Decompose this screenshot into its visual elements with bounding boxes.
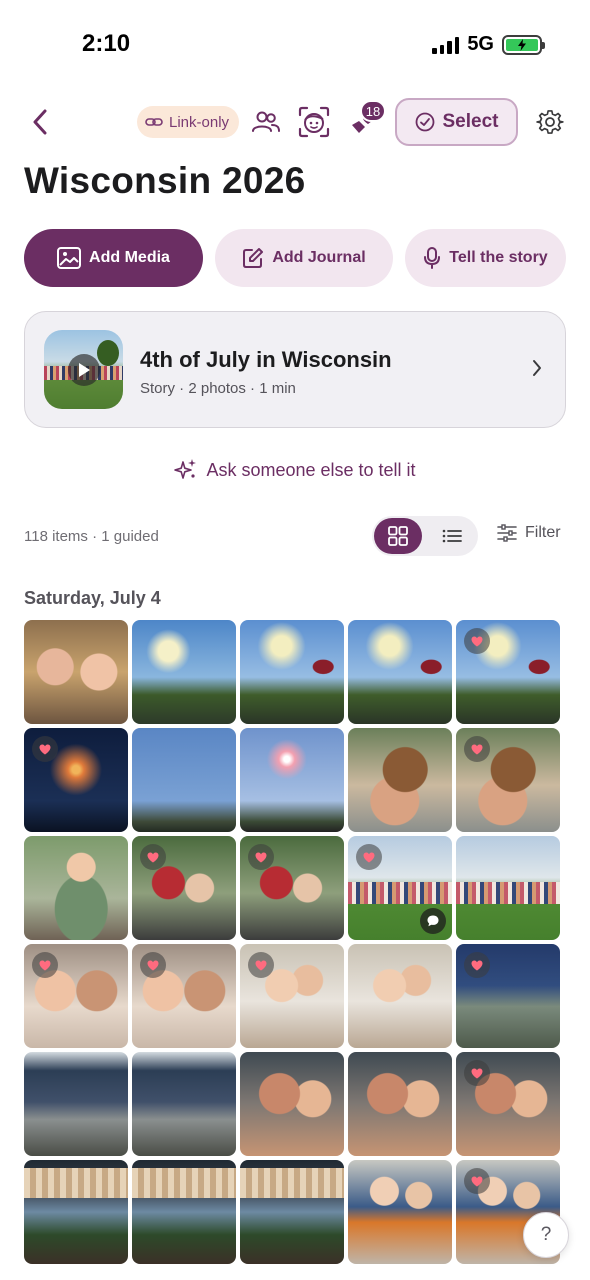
photo-thumbnail[interactable] xyxy=(456,1052,560,1156)
photo-thumbnail[interactable] xyxy=(240,836,344,940)
link-only-chip[interactable]: Link-only xyxy=(137,106,240,138)
status-time: 2:10 xyxy=(82,30,131,57)
play-icon xyxy=(68,354,100,386)
photo-thumbnail[interactable] xyxy=(456,944,560,1048)
tell-story-label: Tell the story xyxy=(449,249,548,266)
ask-someone-link[interactable]: Ask someone else to tell it xyxy=(0,458,590,482)
photo-thumbnail[interactable] xyxy=(132,1160,236,1264)
story-thumbnail xyxy=(44,330,123,409)
grid-icon xyxy=(388,526,408,546)
settings-button[interactable] xyxy=(532,104,568,140)
list-view-button[interactable] xyxy=(428,518,476,554)
photo-thumbnail[interactable] xyxy=(24,620,128,724)
favorite-heart-icon xyxy=(248,844,274,870)
photo-thumbnail[interactable] xyxy=(24,1052,128,1156)
add-media-button[interactable]: Add Media xyxy=(24,229,203,287)
favorite-heart-icon xyxy=(464,1060,490,1086)
add-media-label: Add Media xyxy=(89,249,170,266)
favorite-heart-icon xyxy=(140,952,166,978)
photo-thumbnail[interactable] xyxy=(132,944,236,1048)
favorite-heart-icon xyxy=(464,736,490,762)
photo-thumbnail[interactable] xyxy=(24,944,128,1048)
list-icon xyxy=(442,529,462,543)
photo-thumbnail[interactable] xyxy=(132,728,236,832)
tell-story-button[interactable]: Tell the story xyxy=(405,229,566,287)
status-indicators: 5G xyxy=(432,33,545,56)
add-journal-button[interactable]: Add Journal xyxy=(215,229,393,287)
check-circle-icon xyxy=(415,112,434,132)
edit-note-icon xyxy=(243,248,264,268)
image-icon xyxy=(57,247,82,269)
photo-thumbnail[interactable] xyxy=(456,836,560,940)
photo-thumbnail[interactable] xyxy=(240,944,344,1048)
filter-label: Filter xyxy=(525,524,561,541)
story-meta: Story · 2 photos · 1 min xyxy=(140,380,296,397)
photo-thumbnail[interactable] xyxy=(240,620,344,724)
sliders-icon xyxy=(497,524,517,542)
members-button[interactable] xyxy=(248,104,284,140)
favorite-heart-icon xyxy=(356,844,382,870)
select-label: Select xyxy=(442,111,499,132)
back-button[interactable] xyxy=(22,104,58,140)
sparkles-icon xyxy=(174,459,197,479)
photo-thumbnail[interactable] xyxy=(348,1160,452,1264)
link-only-label: Link-only xyxy=(169,113,230,131)
photo-thumbnail[interactable] xyxy=(132,620,236,724)
photo-thumbnail[interactable] xyxy=(132,836,236,940)
photo-thumbnail[interactable] xyxy=(456,728,560,832)
item-count: 118 items · 1 guided xyxy=(24,528,159,545)
signal-icon xyxy=(432,36,460,54)
battery-icon xyxy=(502,34,545,55)
favorite-heart-icon xyxy=(248,952,274,978)
filter-button[interactable]: Filter xyxy=(497,524,561,542)
story-title: 4th of July in Wisconsin xyxy=(140,347,392,372)
favorite-heart-icon xyxy=(140,844,166,870)
photo-thumbnail[interactable] xyxy=(348,836,452,940)
favorite-heart-icon xyxy=(464,952,490,978)
photo-thumbnail[interactable] xyxy=(24,728,128,832)
face-recognition-button[interactable] xyxy=(296,104,332,140)
people-icon xyxy=(252,111,280,132)
face-scan-icon xyxy=(298,106,330,138)
favorite-heart-icon xyxy=(464,1168,490,1194)
network-label: 5G xyxy=(467,33,494,55)
photo-thumbnail[interactable] xyxy=(240,728,344,832)
notification-badge: 18 xyxy=(360,100,386,122)
photo-thumbnail[interactable] xyxy=(240,1160,344,1264)
select-button[interactable]: Select xyxy=(395,98,518,146)
favorite-heart-icon xyxy=(32,736,58,762)
page-title: Wisconsin 2026 xyxy=(24,160,306,201)
microphone-icon xyxy=(424,247,441,269)
action-bar: Add Media Add Journal Tell the story xyxy=(24,229,566,287)
gear-icon xyxy=(536,110,564,134)
chevron-right-icon xyxy=(533,360,541,376)
favorite-heart-icon xyxy=(32,952,58,978)
photo-thumbnail[interactable] xyxy=(348,1052,452,1156)
photo-thumbnail[interactable] xyxy=(348,728,452,832)
photo-thumbnail[interactable] xyxy=(348,620,452,724)
photo-thumbnail[interactable] xyxy=(240,1052,344,1156)
story-card[interactable]: 4th of July in Wisconsin Story · 2 photo… xyxy=(24,311,566,428)
photo-grid xyxy=(24,620,560,1264)
photo-thumbnail[interactable] xyxy=(132,1052,236,1156)
grid-view-button[interactable] xyxy=(374,518,422,554)
photo-thumbnail[interactable] xyxy=(456,620,560,724)
photo-thumbnail[interactable] xyxy=(348,944,452,1048)
top-navigation: Link-only 18 Select xyxy=(0,96,590,148)
photo-thumbnail[interactable] xyxy=(24,836,128,940)
comment-icon xyxy=(420,908,446,934)
date-section-header: Saturday, July 4 xyxy=(24,588,161,608)
photo-thumbnail[interactable] xyxy=(24,1160,128,1264)
chevron-left-icon xyxy=(33,109,47,135)
view-toggle xyxy=(372,516,478,556)
help-button[interactable]: ? xyxy=(523,1212,569,1258)
link-icon xyxy=(145,118,163,126)
add-journal-label: Add Journal xyxy=(272,249,366,266)
ask-someone-label: Ask someone else to tell it xyxy=(206,459,416,480)
status-bar: 2:10 5G xyxy=(0,0,590,88)
favorite-heart-icon xyxy=(464,628,490,654)
